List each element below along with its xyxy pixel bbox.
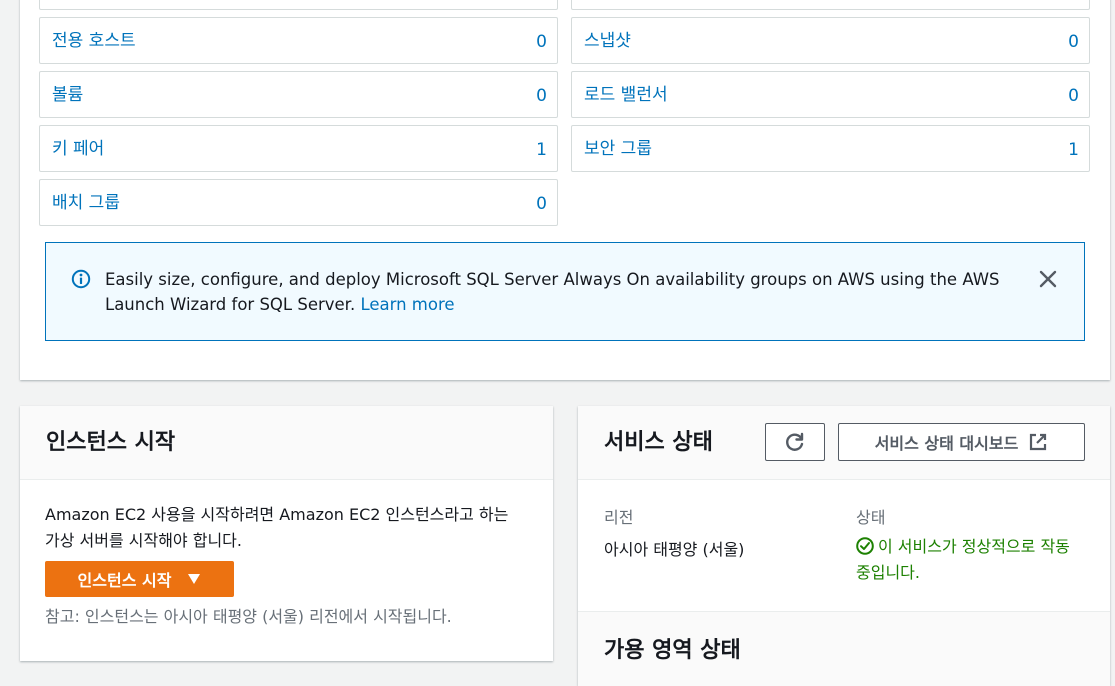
info-icon — [71, 269, 91, 289]
caret-down-icon — [188, 574, 201, 584]
resource-card-volumes[interactable]: 볼륨 0 — [39, 71, 558, 118]
dashboard-button-label: 서비스 상태 대시보드 — [874, 434, 1019, 453]
resource-count: 0 — [536, 31, 547, 52]
resource-card-key-pairs[interactable]: 키 페어 1 — [39, 125, 558, 172]
region-label: 리전 — [604, 508, 634, 527]
launch-button-label: 인스턴스 시작 — [77, 571, 172, 590]
flash-message: Easily size, configure, and deploy Micro… — [105, 267, 1035, 317]
resources-panel: 전용 호스트 0 스냅샷 0 볼륨 0 로드 밸런서 0 키 페어 1 보안 그… — [20, 0, 1110, 380]
resource-label: 로드 밸런서 — [584, 85, 668, 105]
resource-label: 스냅샷 — [584, 31, 631, 51]
service-health-header: 서비스 상태 서비스 상태 대시보드 — [578, 406, 1110, 480]
learn-more-link[interactable]: Learn more — [360, 295, 454, 314]
resource-label: 배치 그룹 — [52, 193, 120, 213]
info-flashbar: Easily size, configure, and deploy Micro… — [45, 242, 1085, 341]
refresh-button[interactable] — [765, 423, 825, 461]
resource-card-partial-left[interactable] — [39, 0, 558, 10]
resource-count: 1 — [1068, 139, 1079, 160]
service-health-dashboard-button[interactable]: 서비스 상태 대시보드 — [838, 423, 1085, 461]
resource-card-partial-right[interactable] — [571, 0, 1090, 10]
status-value-wrap: 이 서비스가 정상적으로 작동 중입니다. — [856, 534, 1086, 586]
resource-card-dedicated-hosts[interactable]: 전용 호스트 0 — [39, 17, 558, 64]
service-health-panel: 서비스 상태 서비스 상태 대시보드 리전 아시아 태평양 (서울) 상태 이 … — [578, 406, 1110, 686]
resource-card-placement-groups[interactable]: 배치 그룹 0 — [39, 179, 558, 226]
flash-text: Easily size, configure, and deploy Micro… — [105, 270, 1000, 314]
resource-label: 볼륨 — [52, 85, 84, 105]
launch-instance-panel: 인스턴스 시작 Amazon EC2 사용을 시작하려면 Amazon EC2 … — [20, 406, 553, 661]
launch-instance-button[interactable]: 인스턴스 시작 — [45, 561, 234, 597]
launch-note: 참고: 인스턴스는 아시아 태평양 (서울) 리전에서 시작됩니다. — [45, 607, 452, 626]
resource-count: 0 — [536, 193, 547, 214]
status-value: 이 서비스가 정상적으로 작동 중입니다. — [856, 537, 1070, 582]
az-status-title: 가용 영역 상태 — [604, 638, 741, 663]
resource-card-snapshots[interactable]: 스냅샷 0 — [571, 17, 1090, 64]
resource-count: 1 — [536, 139, 547, 160]
resource-label: 보안 그룹 — [584, 139, 652, 159]
region-value: 아시아 태평양 (서울) — [604, 540, 745, 559]
resource-count: 0 — [1068, 31, 1079, 52]
status-label: 상태 — [856, 508, 886, 527]
panel-title: 서비스 상태 — [604, 430, 713, 455]
refresh-icon — [786, 432, 804, 451]
resource-label: 키 페어 — [52, 139, 105, 159]
resource-count: 0 — [536, 85, 547, 106]
launch-description: Amazon EC2 사용을 시작하려면 Amazon EC2 인스턴스라고 하… — [45, 505, 509, 550]
resource-label: 전용 호스트 — [52, 31, 136, 51]
resource-card-load-balancers[interactable]: 로드 밸런서 0 — [571, 71, 1090, 118]
resource-card-security-groups[interactable]: 보안 그룹 1 — [571, 125, 1090, 172]
availability-zone-section: 가용 영역 상태 — [578, 611, 1110, 686]
external-link-icon — [1030, 433, 1047, 451]
close-icon[interactable] — [1036, 267, 1060, 291]
resource-count: 0 — [1068, 85, 1079, 106]
status-ok-icon — [856, 537, 874, 555]
panel-title: 인스턴스 시작 — [20, 406, 553, 480]
